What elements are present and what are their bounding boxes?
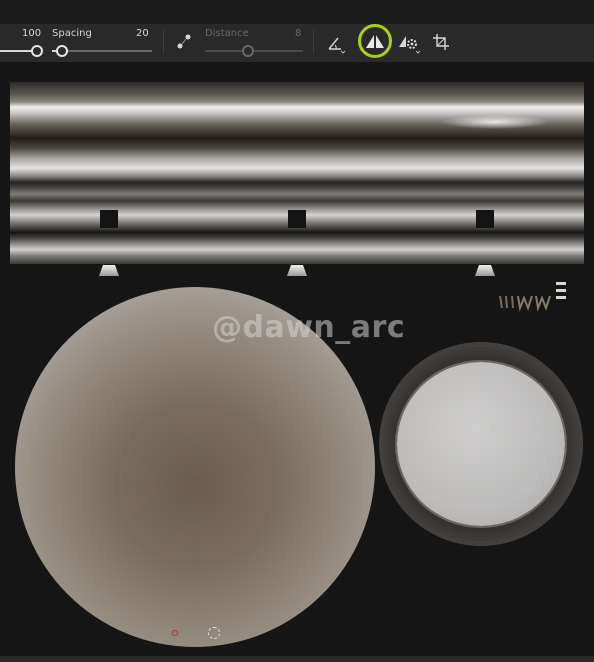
texture-notch bbox=[476, 210, 494, 228]
texture-band-bottom bbox=[10, 232, 584, 264]
metal-texture-preview bbox=[10, 82, 584, 264]
symmetry-options-icon[interactable] bbox=[398, 33, 424, 55]
spacing-label: Spacing bbox=[52, 28, 92, 39]
distance-slider-knob[interactable] bbox=[242, 45, 254, 57]
red-pivot-marker[interactable] bbox=[172, 630, 178, 636]
distance-label: Distance bbox=[205, 28, 249, 39]
spacing-value: 20 bbox=[136, 28, 149, 39]
watermark-text: @dawn_arc bbox=[212, 310, 406, 345]
distance-value: 8 bbox=[295, 28, 302, 39]
toolbar-top-strip bbox=[0, 0, 594, 24]
small-sphere-preview bbox=[395, 360, 567, 528]
size-slider-track[interactable] bbox=[0, 50, 34, 52]
bottom-bar bbox=[0, 656, 594, 662]
texture-band-top bbox=[10, 82, 584, 182]
toolbar-separator bbox=[163, 30, 164, 54]
spacing-slider-knob[interactable] bbox=[56, 45, 68, 57]
transform-icon[interactable] bbox=[432, 33, 450, 51]
lazy-mouse-icon[interactable] bbox=[175, 33, 193, 51]
texture-notch bbox=[100, 210, 118, 228]
angle-jitter-icon[interactable] bbox=[326, 32, 348, 54]
mini-stroke-preview bbox=[499, 282, 566, 312]
tool-options-bar: 100 Spacing 20 Distance 8 bbox=[0, 0, 594, 62]
distance-slider-track[interactable] bbox=[205, 50, 303, 52]
texture-notch bbox=[288, 210, 306, 228]
canvas-viewport[interactable]: @dawn_arc bbox=[0, 62, 594, 656]
trapezoid-marker bbox=[475, 265, 495, 276]
spacing-slider-track[interactable] bbox=[64, 50, 152, 52]
toolbar-separator bbox=[313, 30, 314, 54]
trapezoid-marker bbox=[99, 265, 119, 276]
brush-cursor-icon bbox=[208, 627, 220, 639]
symmetry-icon[interactable] bbox=[365, 33, 385, 51]
size-slider-knob[interactable] bbox=[31, 45, 43, 57]
size-value: 100 bbox=[22, 28, 42, 39]
trapezoid-marker bbox=[287, 265, 307, 276]
